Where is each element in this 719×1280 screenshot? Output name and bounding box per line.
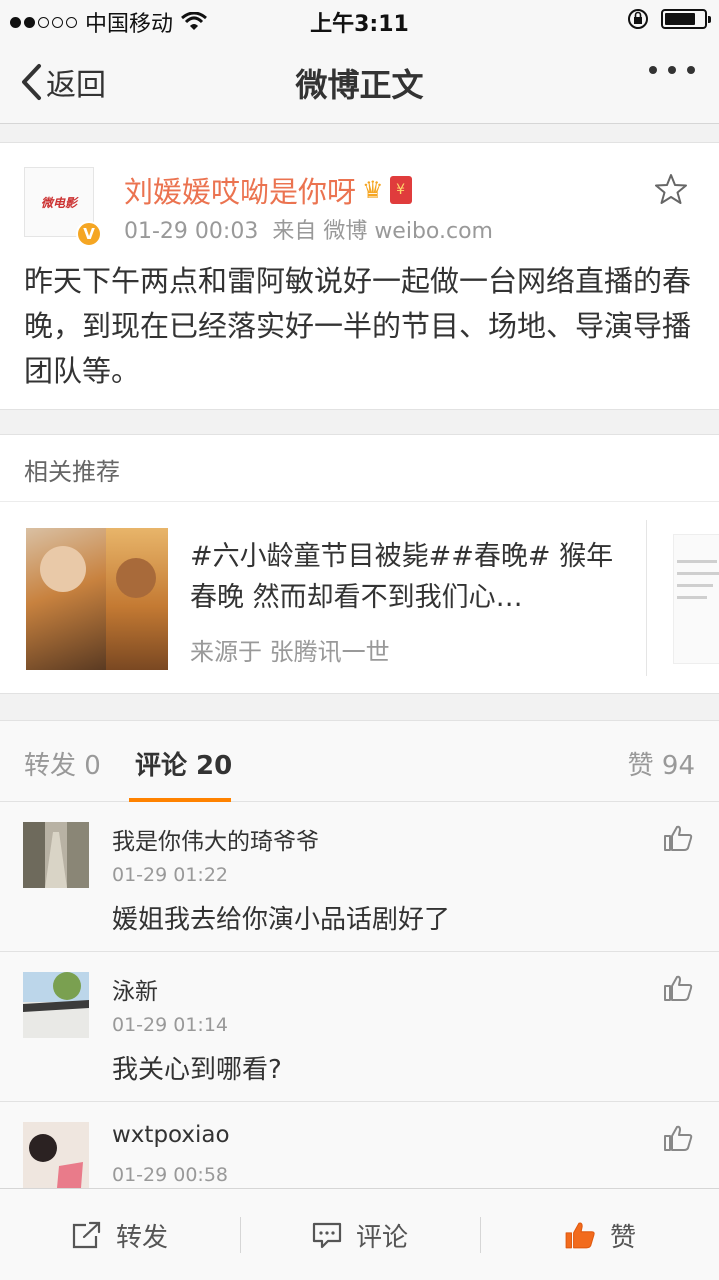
- commenter-avatar[interactable]: [23, 822, 89, 888]
- comment-text: 我关心到哪看?: [112, 1055, 282, 1085]
- verified-badge-icon: V: [76, 221, 102, 247]
- thumbs-up-icon[interactable]: [663, 1124, 693, 1152]
- comment-label: 评论: [355, 1222, 408, 1253]
- comment-text: 媛姐我去给你演小品话剧好了: [112, 905, 451, 935]
- commenter-name[interactable]: 我是你伟大的琦爷爷: [112, 822, 319, 856]
- commenter-avatar[interactable]: [23, 1122, 89, 1188]
- more-options-icon[interactable]: [649, 66, 695, 74]
- like-label: 赞: [609, 1222, 636, 1253]
- comment-time: 01-29 01:22: [112, 864, 229, 886]
- red-packet-icon: ¥: [389, 176, 412, 204]
- post-time: 01-29 00:03: [124, 219, 259, 244]
- battery-icon: [661, 9, 711, 29]
- related-header: 相关推荐: [0, 434, 719, 502]
- bottom-toolbar: 转发 评论 赞: [0, 1188, 719, 1280]
- status-bar: 中国移动 上午3:11: [0, 0, 719, 40]
- tab-repost[interactable]: 转发 0: [24, 745, 101, 782]
- like-button[interactable]: 赞: [480, 1189, 719, 1280]
- related-next-thumbnail: [673, 534, 719, 664]
- tab-comment[interactable]: 评论 20: [135, 745, 232, 782]
- repost-label: 转发: [115, 1222, 168, 1253]
- comment-button[interactable]: 评论: [240, 1189, 480, 1280]
- comment-time: 01-29 01:14: [112, 1014, 229, 1036]
- post-text: 昨天下午两点和雷阿敏说好一起做一台网络直播的春晚，到现在已经落实好一半的节目、场…: [24, 264, 692, 388]
- related-next-card[interactable]: [646, 520, 719, 676]
- orientation-lock-icon: [628, 9, 648, 29]
- author-name-row[interactable]: 刘媛媛哎呦是你呀 ♛ ¥: [124, 169, 412, 211]
- commenter-name[interactable]: wxtpoxiao: [112, 1122, 230, 1148]
- crown-icon: ♛: [362, 176, 384, 204]
- nav-bar: 返回 微博正文: [0, 40, 719, 124]
- commenter-name[interactable]: 泳新: [112, 972, 158, 1006]
- commenter-avatar[interactable]: [23, 972, 89, 1038]
- clock: 上午3:11: [310, 12, 409, 37]
- related-card-title: #六小龄童节目被毙##春晚# 猴年春晚 然而却看不到我们心…: [190, 541, 614, 613]
- author-name: 刘媛媛哎呦是你呀: [124, 175, 357, 209]
- page-title: 微博正文: [295, 66, 424, 104]
- comment-item[interactable]: 我是你伟大的琦爷爷 01-29 01:22 媛姐我去给你演小品话剧好了: [0, 802, 719, 952]
- interaction-tabs: 转发 0 评论 20 赞 94: [0, 720, 719, 802]
- post-source: 来自 微博 weibo.com: [272, 219, 493, 244]
- thumbs-up-icon[interactable]: [663, 974, 693, 1002]
- comment-time: 01-29 00:58: [112, 1164, 229, 1186]
- repost-button[interactable]: 转发: [0, 1189, 240, 1280]
- related-card-source: 来源于 张腾讯一世: [190, 638, 390, 666]
- related-thumbnail: [26, 528, 168, 670]
- repost-icon: [72, 1221, 101, 1249]
- weibo-post: 微电影 V 刘媛媛哎呦是你呀 ♛ ¥ 01-29 00:03 来自 微博 wei…: [0, 142, 719, 410]
- post-meta: 01-29 00:03 来自 微博 weibo.com: [124, 213, 493, 245]
- comment-icon: [312, 1222, 342, 1249]
- like-icon: [565, 1222, 595, 1249]
- author-avatar[interactable]: 微电影 V: [24, 167, 102, 247]
- related-card[interactable]: #六小龄童节目被毙##春晚# 猴年春晚 然而却看不到我们心… 来源于 张腾讯一世: [0, 502, 719, 694]
- favorite-star-icon[interactable]: [655, 173, 687, 205]
- comment-item[interactable]: 泳新 01-29 01:14 我关心到哪看?: [0, 952, 719, 1102]
- thumbs-up-icon[interactable]: [663, 824, 693, 852]
- tab-like[interactable]: 赞 94: [628, 745, 695, 782]
- related-title: 相关推荐: [24, 458, 120, 486]
